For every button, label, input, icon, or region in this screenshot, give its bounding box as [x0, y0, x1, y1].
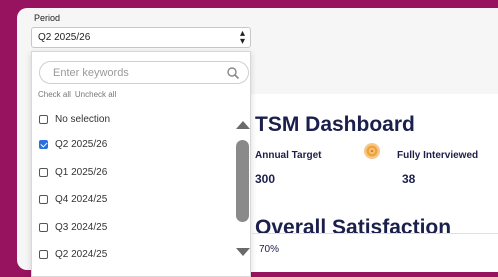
target-icon: [364, 143, 380, 159]
chevron-updown-icon: ▴ ▾: [239, 28, 245, 47]
fully-interviewed-label: Fully Interviewed: [397, 150, 479, 161]
period-option[interactable]: Q1 2025/26: [39, 163, 107, 181]
period-option[interactable]: No selection: [39, 110, 110, 128]
period-option-label: Q2 2025/26: [55, 138, 108, 150]
search-placeholder: Enter keywords: [53, 67, 129, 79]
checkbox[interactable]: [39, 114, 48, 124]
period-dropdown: Enter keywords Check all Uncheck all No s…: [31, 51, 251, 277]
scroll-up-icon[interactable]: [236, 121, 250, 129]
scroll-down-icon[interactable]: [236, 248, 250, 256]
checkbox[interactable]: [39, 139, 48, 149]
dashboard-title: TSM Dashboard: [255, 113, 415, 136]
divider: [252, 233, 498, 234]
annual-target-value: 300: [255, 172, 276, 186]
satisfaction-percent: 70%: [259, 244, 280, 255]
period-select[interactable]: Q2 2025/26 ▴ ▾: [31, 27, 251, 48]
period-option-label: Q2 2024/25: [55, 248, 108, 260]
period-option[interactable]: Q2 2025/26: [39, 135, 107, 153]
checkbox[interactable]: [39, 167, 48, 177]
checkbox[interactable]: [39, 249, 48, 259]
period-option[interactable]: Q4 2024/25: [39, 190, 107, 208]
fully-interviewed-value: 38: [402, 172, 416, 186]
annual-target-label: Annual Target: [255, 150, 322, 161]
search-input[interactable]: Enter keywords: [39, 61, 249, 84]
period-option-label: Q1 2025/26: [55, 166, 108, 178]
period-option-label: Q3 2024/25: [55, 221, 108, 233]
checkbox[interactable]: [39, 222, 48, 232]
scrollbar-thumb[interactable]: [236, 140, 249, 222]
checkbox[interactable]: [39, 194, 48, 204]
period-label: Period: [34, 13, 61, 23]
period-option[interactable]: Q3 2024/25: [39, 218, 107, 236]
period-option-label: No selection: [55, 113, 111, 125]
check-links: Check all Uncheck all: [38, 90, 120, 99]
check-all-link[interactable]: Check all: [38, 90, 71, 99]
period-option-label: Q4 2024/25: [55, 193, 108, 205]
uncheck-all-link[interactable]: Uncheck all: [75, 90, 116, 99]
period-option[interactable]: Q2 2024/25: [39, 245, 107, 263]
period-selected-value: Q2 2025/26: [38, 32, 91, 43]
overall-satisfaction-title: Overall Satisfaction: [255, 216, 452, 239]
search-icon: [227, 67, 240, 80]
